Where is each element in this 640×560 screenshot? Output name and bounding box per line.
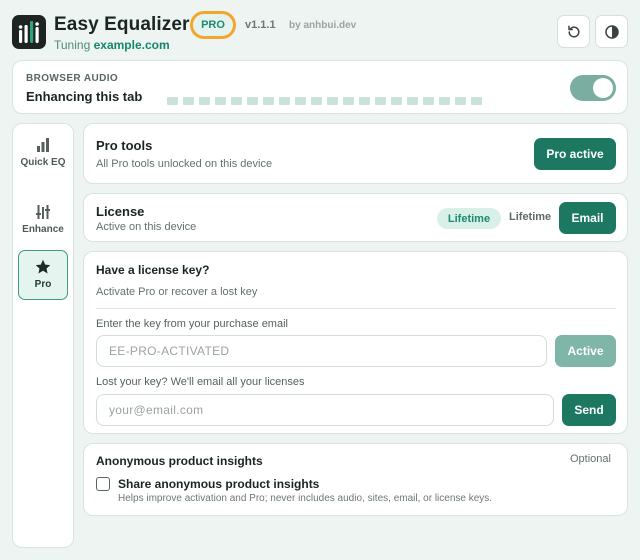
meter-segment <box>263 97 274 105</box>
tuning-subtitle: Tuning example.com <box>54 38 170 52</box>
sidebar-nav: Quick EQ Enhance Pro <box>12 123 74 548</box>
share-insights-label[interactable]: Share anonymous product insights <box>118 477 319 491</box>
meter-segment <box>343 97 354 105</box>
license-plan-label: Lifetime <box>509 211 552 223</box>
meter-segment <box>471 97 482 105</box>
reset-button[interactable] <box>557 15 590 48</box>
meter-segment <box>423 97 434 105</box>
sidebar-item-label: Quick EQ <box>20 157 66 168</box>
license-key-card: Have a license key? Activate Pro or reco… <box>83 251 628 434</box>
license-type-chip: Lifetime <box>437 208 501 229</box>
meter-segment <box>247 97 258 105</box>
meter-segment <box>391 97 402 105</box>
meter-segment <box>167 97 178 105</box>
theme-toggle-button[interactable] <box>595 15 628 48</box>
insights-title: Anonymous product insights <box>96 454 263 468</box>
meter-segment <box>327 97 338 105</box>
product-insights-card: Anonymous product insights Optional Shar… <box>83 443 628 516</box>
activate-key-button[interactable]: Active <box>555 335 616 367</box>
version-label: v1.1.1 <box>245 19 276 31</box>
equalizer-logo-icon <box>12 15 46 49</box>
license-card: License Active on this device Lifetime L… <box>83 193 628 242</box>
audio-level-meter <box>167 97 482 105</box>
tuning-prefix: Tuning <box>54 38 91 52</box>
sidebar-item-label: Enhance <box>22 224 64 235</box>
meter-segment <box>375 97 386 105</box>
browser-audio-card: BROWSER AUDIO Enhancing this tab <box>12 60 628 114</box>
pro-badge: PRO <box>190 11 236 39</box>
meter-segment <box>311 97 322 105</box>
sidebar-item-quick-eq[interactable]: Quick EQ <box>18 137 68 183</box>
meter-segment <box>199 97 210 105</box>
sidebar-item-label: Pro <box>34 279 52 290</box>
meter-segment <box>359 97 370 105</box>
audio-enhance-toggle[interactable] <box>570 75 616 101</box>
bars-icon <box>37 138 49 152</box>
send-email-button[interactable]: Send <box>562 394 616 426</box>
key-field-label: Enter the key from your purchase email <box>96 318 288 330</box>
app-header: Easy Equalizer PRO v1.1.1 by anhbui.dev … <box>12 11 628 54</box>
meter-segment <box>183 97 194 105</box>
divider <box>96 308 616 309</box>
pro-active-button[interactable]: Pro active <box>534 138 616 170</box>
license-subtitle: Active on this device <box>96 221 197 233</box>
sidebar-item-pro[interactable]: Pro <box>18 250 68 300</box>
audio-status: Enhancing this tab <box>26 89 143 104</box>
email-input[interactable] <box>96 394 554 426</box>
sliders-icon <box>36 205 50 219</box>
meter-segment <box>455 97 466 105</box>
tuning-domain: example.com <box>93 38 170 52</box>
browser-audio-label: BROWSER AUDIO <box>26 73 119 84</box>
toggle-knob <box>593 78 613 98</box>
meter-segment <box>439 97 450 105</box>
license-key-title: Have a license key? <box>96 263 210 277</box>
author-byline: by anhbui.dev <box>289 20 357 31</box>
share-insights-checkbox[interactable] <box>96 477 110 491</box>
reset-icon <box>567 25 580 38</box>
email-field-label: Lost your key? We'll email all your lice… <box>96 376 305 388</box>
theme-contrast-icon <box>604 24 619 39</box>
star-icon <box>35 259 51 274</box>
pro-tools-title: Pro tools <box>96 138 153 153</box>
pro-tools-card: Pro tools All Pro tools unlocked on this… <box>83 123 628 184</box>
meter-segment <box>215 97 226 105</box>
license-title: License <box>96 204 145 219</box>
app-title: Easy Equalizer <box>54 14 190 35</box>
meter-segment <box>295 97 306 105</box>
meter-segment <box>407 97 418 105</box>
meter-segment <box>279 97 290 105</box>
insights-help-text: Helps improve activation and Pro; never … <box>118 493 493 504</box>
pro-tools-subtitle: All Pro tools unlocked on this device <box>96 158 273 170</box>
license-key-input[interactable] <box>96 335 547 367</box>
meter-segment <box>231 97 242 105</box>
license-key-subtitle: Activate Pro or recover a lost key <box>96 286 258 298</box>
email-license-button[interactable]: Email <box>559 202 616 234</box>
optional-label: Optional <box>570 453 611 465</box>
sidebar-item-enhance[interactable]: Enhance <box>18 204 68 240</box>
